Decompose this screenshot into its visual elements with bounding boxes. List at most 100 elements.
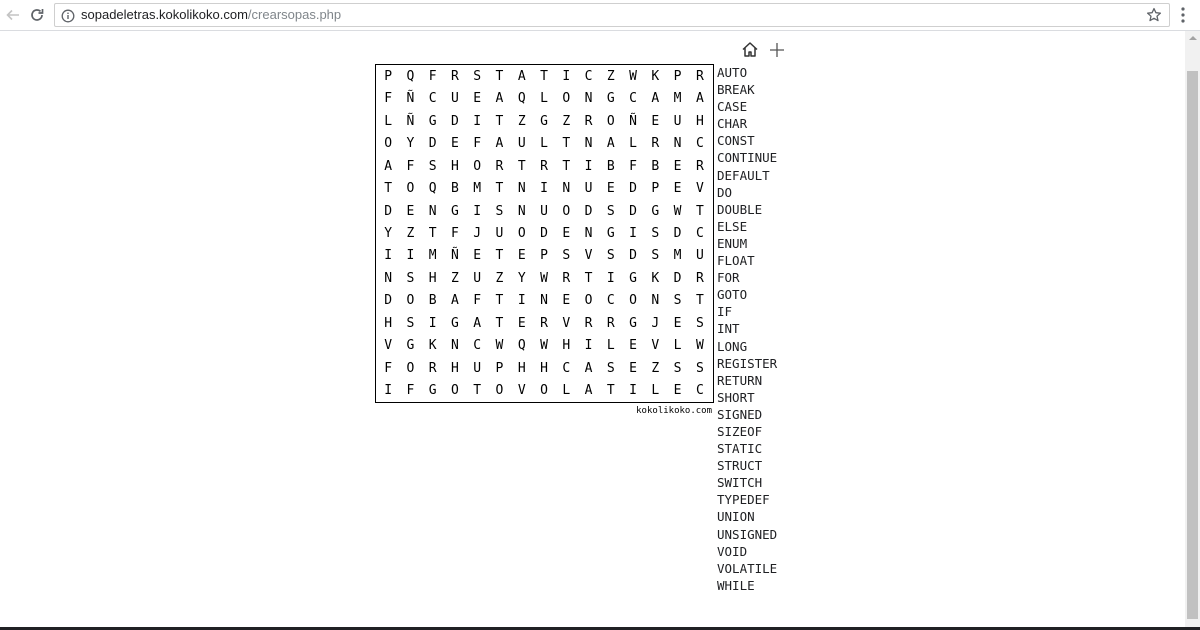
grid-cell: E [562, 225, 571, 241]
grid-cell: A [473, 315, 482, 331]
grid-cell: V [584, 248, 593, 264]
grid-cell: D [428, 136, 437, 152]
grid-cell: U [673, 113, 682, 129]
grid-cell: H [451, 360, 459, 376]
grid-cell: Z [451, 270, 459, 286]
grid-cell: T [695, 203, 704, 219]
grid-cell: A [584, 383, 593, 399]
grid-cell: W [673, 203, 682, 219]
grid-cell: T [695, 293, 704, 309]
grid-cell: F [451, 225, 459, 241]
grid-cell: O [629, 293, 637, 309]
word-list-item: AUTO [717, 65, 748, 80]
back-button[interactable] [2, 4, 24, 26]
grid-cell: J [651, 315, 660, 331]
grid-cell: O [406, 181, 415, 197]
word-list-item: WHILE [717, 577, 755, 593]
grid-cell: L [562, 383, 571, 399]
grid-cell: M [673, 91, 682, 107]
grid-cell: Y [384, 225, 393, 241]
grid-cell: K [428, 338, 437, 354]
grid-cell: S [406, 270, 415, 286]
grid-cell: R [562, 270, 571, 286]
grid-cell: R [451, 68, 459, 84]
grid-cell: S [673, 360, 682, 376]
grid-cell: E [473, 248, 482, 264]
grid-cell: C [629, 91, 637, 107]
grid-cell: S [606, 360, 615, 376]
word-list-item: STRUCT [717, 458, 763, 474]
grid-cell: E [562, 293, 571, 309]
scrollbar-thumb[interactable] [1187, 71, 1198, 619]
star-icon[interactable] [1146, 7, 1162, 27]
word-list-item: SIGNED [717, 406, 763, 422]
grid-cell: Q [517, 338, 526, 354]
grid-cell: Y [406, 136, 415, 152]
grid-cell: T [428, 225, 437, 241]
grid-cell: A [451, 293, 459, 309]
grid-cell: L [629, 136, 637, 152]
grid-cell: O [584, 293, 593, 309]
grid-cell: E [473, 91, 482, 107]
grid-cell: D [629, 181, 637, 197]
grid-cell: G [651, 203, 660, 219]
grid-cell: P [540, 248, 548, 264]
grid-cell: I [473, 113, 482, 129]
grid-cell: S [651, 225, 660, 241]
grid-cell: O [606, 113, 615, 129]
grid-cell: E [673, 315, 682, 331]
grid-cell: A [584, 360, 593, 376]
grid-cell: C [584, 68, 593, 84]
grid-cell: K [651, 68, 660, 84]
word-list-item: VOID [717, 543, 748, 559]
info-icon[interactable] [61, 8, 75, 27]
grid-cell: F [384, 360, 393, 376]
word-list-item: GOTO [717, 287, 748, 303]
grid-cell: Ñ [406, 113, 415, 129]
grid-cell: E [517, 248, 526, 264]
reload-button[interactable] [26, 4, 48, 26]
site-credit: kokolikoko.com [636, 406, 712, 416]
grid-cell: E [606, 181, 615, 197]
url-path: /crearsopas.php [247, 7, 342, 22]
grid-cell: L [540, 136, 548, 152]
grid-cell: Z [651, 360, 660, 376]
grid-cell: O [406, 360, 415, 376]
grid-cell: S [695, 315, 704, 331]
grid-cell: S [428, 158, 437, 174]
plus-icon[interactable] [769, 42, 785, 62]
word-list-item: UNSIGNED [717, 526, 778, 542]
grid-cell: C [473, 338, 482, 354]
grid-cell: R [584, 113, 593, 129]
grid-cell: U [695, 248, 704, 264]
home-icon[interactable] [741, 41, 759, 62]
word-list-item: DO [717, 184, 733, 200]
grid-cell: N [584, 225, 593, 241]
kebab-menu-icon[interactable] [1180, 6, 1186, 28]
grid-cell: P [495, 360, 504, 376]
grid-cell: U [540, 203, 548, 219]
grid-cell: S [651, 248, 660, 264]
browser-toolbar: sopadeletras.kokolikoko.com/crearsopas.p… [0, 0, 1200, 31]
grid-cell: B [451, 181, 459, 197]
grid-cell: R [540, 158, 548, 174]
grid-cell: A [384, 158, 393, 174]
word-list-item: LONG [717, 338, 748, 354]
scroll-up-arrow-icon[interactable] [1189, 36, 1197, 40]
grid-cell: P [651, 181, 660, 197]
grid-cell: D [540, 225, 548, 241]
grid-cell: S [695, 360, 704, 376]
word-list-item: ENUM [717, 235, 748, 251]
grid-cell: T [495, 68, 504, 84]
grid-cell: Ñ [629, 113, 637, 129]
grid-cell: W [540, 338, 548, 354]
grid-cell: D [451, 113, 459, 129]
grid-cell: I [384, 248, 393, 264]
grid-cell: C [695, 225, 704, 241]
word-list-item: BREAK [717, 82, 755, 98]
grid-cell: U [584, 181, 593, 197]
grid-cell: I [473, 203, 482, 219]
grid-cell: D [673, 270, 682, 286]
address-bar[interactable]: sopadeletras.kokolikoko.com/crearsopas.p… [54, 3, 1170, 27]
vertical-scrollbar[interactable] [1185, 31, 1200, 627]
